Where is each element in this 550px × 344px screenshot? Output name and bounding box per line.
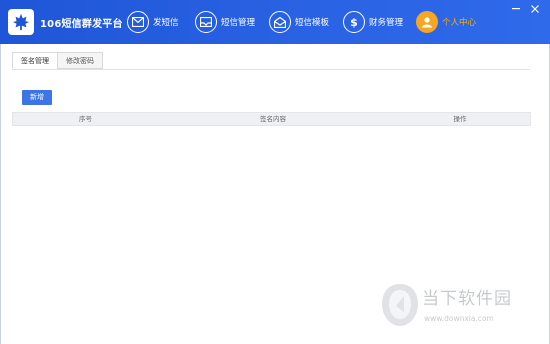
column-header-signature-content: 签名内容 xyxy=(260,115,286,123)
nav-label: 短信管理 xyxy=(221,18,256,28)
nav-item-personal-center[interactable]: 个人中心 xyxy=(416,10,476,34)
nav-item-sms-management[interactable]: 短信管理 xyxy=(195,10,255,34)
settings-tabs: 签名管理 修改密码 xyxy=(12,52,103,70)
nav-item-sms-templates[interactable]: 短信模板 xyxy=(269,10,329,34)
envelope-icon xyxy=(195,11,217,33)
column-header-actions: 操作 xyxy=(453,115,467,123)
nav-label: 财务管理 xyxy=(369,18,404,28)
watermark-title: 当下软件园 xyxy=(422,289,512,309)
dollar-icon: $ xyxy=(343,11,365,33)
watermark: 当下软件园 www.downxia.com xyxy=(380,282,540,332)
tab-divider xyxy=(12,69,530,70)
tab-change-password[interactable]: 修改密码 xyxy=(57,52,103,69)
add-button[interactable]: 新增 xyxy=(22,90,52,105)
maple-leaf-logo-icon xyxy=(8,9,34,35)
app-title: 106短信群发平台 xyxy=(40,18,123,30)
svg-text:$: $ xyxy=(350,16,358,28)
nav-label: 个人中心 xyxy=(442,18,477,28)
mail-icon xyxy=(127,11,149,33)
table-header: 序号 签名内容 操作 xyxy=(12,112,531,126)
window-border-left xyxy=(0,44,1,344)
close-icon[interactable] xyxy=(529,4,541,14)
watermark-logo-icon xyxy=(382,284,418,326)
nav-label: 发短信 xyxy=(153,18,179,28)
watermark-url: www.downxia.com xyxy=(424,314,494,323)
nav-item-finance[interactable]: $ 财务管理 xyxy=(343,10,403,34)
nav-label: 短信模板 xyxy=(295,18,330,28)
envelope-open-icon xyxy=(269,11,291,33)
column-header-index: 序号 xyxy=(79,115,92,123)
nav-item-send-sms[interactable]: 发短信 xyxy=(127,10,179,34)
top-navigation-bar: 106短信群发平台 发短信 短信管理 短信模板 $ 财务管理 个人中心 xyxy=(0,0,550,44)
user-icon xyxy=(416,11,438,33)
minimize-icon[interactable] xyxy=(510,4,522,14)
brand: 106短信群发平台 xyxy=(8,8,123,36)
tab-signature-management[interactable]: 签名管理 xyxy=(12,52,58,69)
